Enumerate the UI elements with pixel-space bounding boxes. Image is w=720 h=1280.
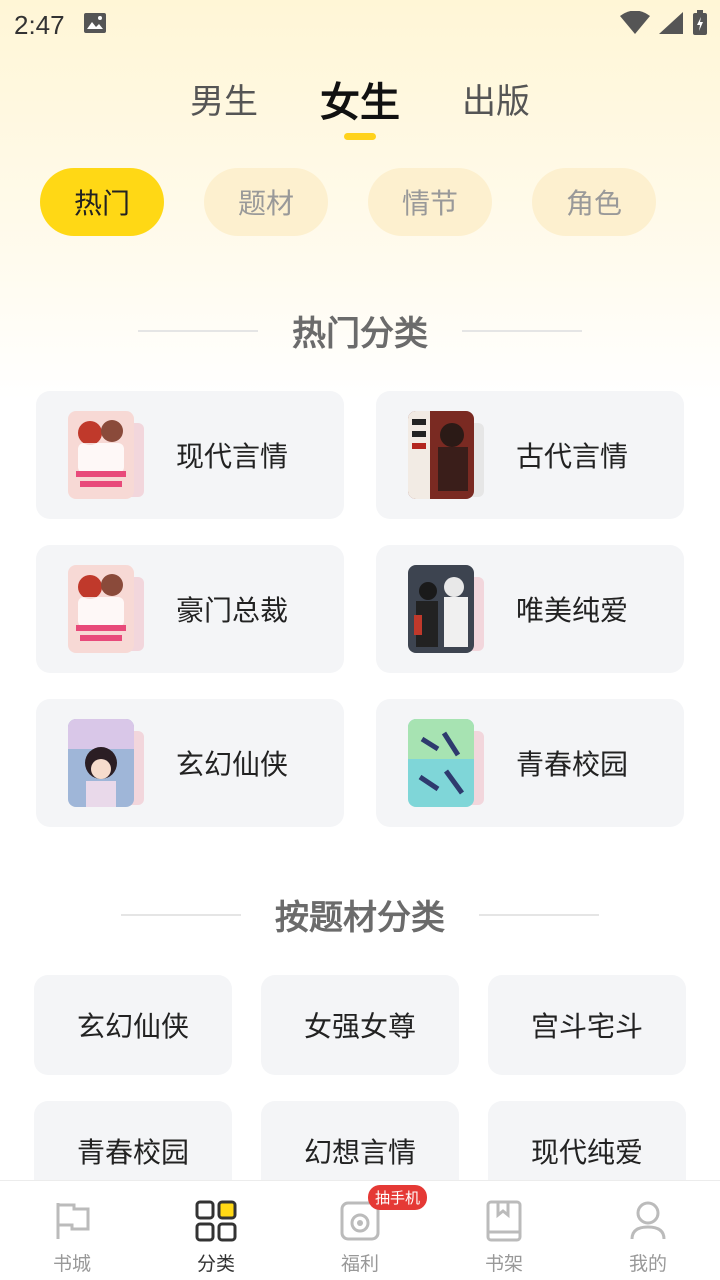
tab-male[interactable]: 男生 [190,70,258,127]
nav-label: 福利 [340,1253,379,1275]
pill-topic[interactable]: 题材 [204,168,328,236]
active-tab-indicator [344,133,376,140]
status-bar: 2:47 [0,0,720,50]
topic-section-title: 按题材分类 [275,898,445,938]
nav-label: 分类 [196,1253,235,1275]
hot-category-card[interactable]: 玄幻仙侠 [36,699,344,827]
signal-icon [658,11,684,39]
nav-item-welfare[interactable]: 福利 抽手机 [288,1181,432,1276]
divider [138,329,258,332]
nav-item-bookshelf[interactable]: 书架 [432,1181,576,1276]
nav-item-profile[interactable]: 我的 [576,1181,720,1276]
book-cover-stack [68,719,148,807]
category-label: 青春校园 [516,748,629,781]
book-cover-stack [408,565,488,653]
category-label: 玄幻仙侠 [176,748,289,781]
pill-hot[interactable]: 热门 [40,168,164,236]
hot-category-card[interactable]: 青春校园 [376,699,684,827]
hot-category-card[interactable]: 古代言情 [376,391,684,519]
book-cover [408,411,474,499]
topic-category-grid: 玄幻仙侠 女强女尊 宫斗宅斗 青春校园 幻想言情 现代纯爱 [34,975,686,1201]
hot-category-grid: 现代言情 古代言情 豪门总裁 唯美纯爱 玄幻仙侠 青春校园 [36,391,684,827]
filter-pills: 热门 题材 情节 角色 [40,168,656,236]
nav-label: 书架 [484,1253,523,1275]
book-cover-stack [68,411,148,499]
tab-female[interactable]: 女生 [320,66,400,140]
category-label: 古代言情 [516,440,629,473]
nav-label: 我的 [628,1253,667,1275]
topic-category-card[interactable]: 女强女尊 [261,975,459,1075]
bottom-nav: 书城 分类 福利 抽手机 书架 我的 [0,1180,720,1280]
book-cover-stack [408,719,488,807]
gender-tabs: 男生 女生 出版 [0,70,720,140]
category-label: 唯美纯爱 [516,594,629,627]
book-cover [68,719,134,807]
hot-category-card[interactable]: 现代言情 [36,391,344,519]
divider [121,913,241,916]
book-cover [68,565,134,653]
category-label: 豪门总裁 [176,594,289,627]
tab-publish[interactable]: 出版 [462,70,530,127]
divider [479,913,599,916]
hot-section-header: 热门分类 [0,306,720,355]
book-cover [408,719,474,807]
battery-icon [692,10,708,40]
hot-category-card[interactable]: 豪门总裁 [36,545,344,673]
nav-item-bookstore[interactable]: 书城 [0,1181,144,1276]
book-cover-stack [408,411,488,499]
pill-plot[interactable]: 情节 [368,168,492,236]
bookshelf-icon [482,1199,526,1243]
image-notification-icon [83,12,107,38]
profile-icon [626,1199,670,1243]
topic-category-card[interactable]: 宫斗宅斗 [488,975,686,1075]
pill-role[interactable]: 角色 [532,168,656,236]
category-label: 现代言情 [176,440,289,473]
book-cover-stack [68,565,148,653]
flag-icon [50,1199,94,1243]
book-cover [408,565,474,653]
nav-label: 书城 [52,1253,91,1275]
topic-category-card[interactable]: 玄幻仙侠 [34,975,232,1075]
divider [462,329,582,332]
nav-item-category[interactable]: 分类 [144,1181,288,1276]
book-cover [68,411,134,499]
hot-category-card[interactable]: 唯美纯爱 [376,545,684,673]
topic-section-header: 按题材分类 [0,890,720,939]
grid-icon [194,1199,238,1243]
promo-badge: 抽手机 [368,1185,428,1210]
status-time: 2:47 [14,9,65,40]
wifi-icon [620,10,650,39]
hot-section-title: 热门分类 [292,314,428,354]
